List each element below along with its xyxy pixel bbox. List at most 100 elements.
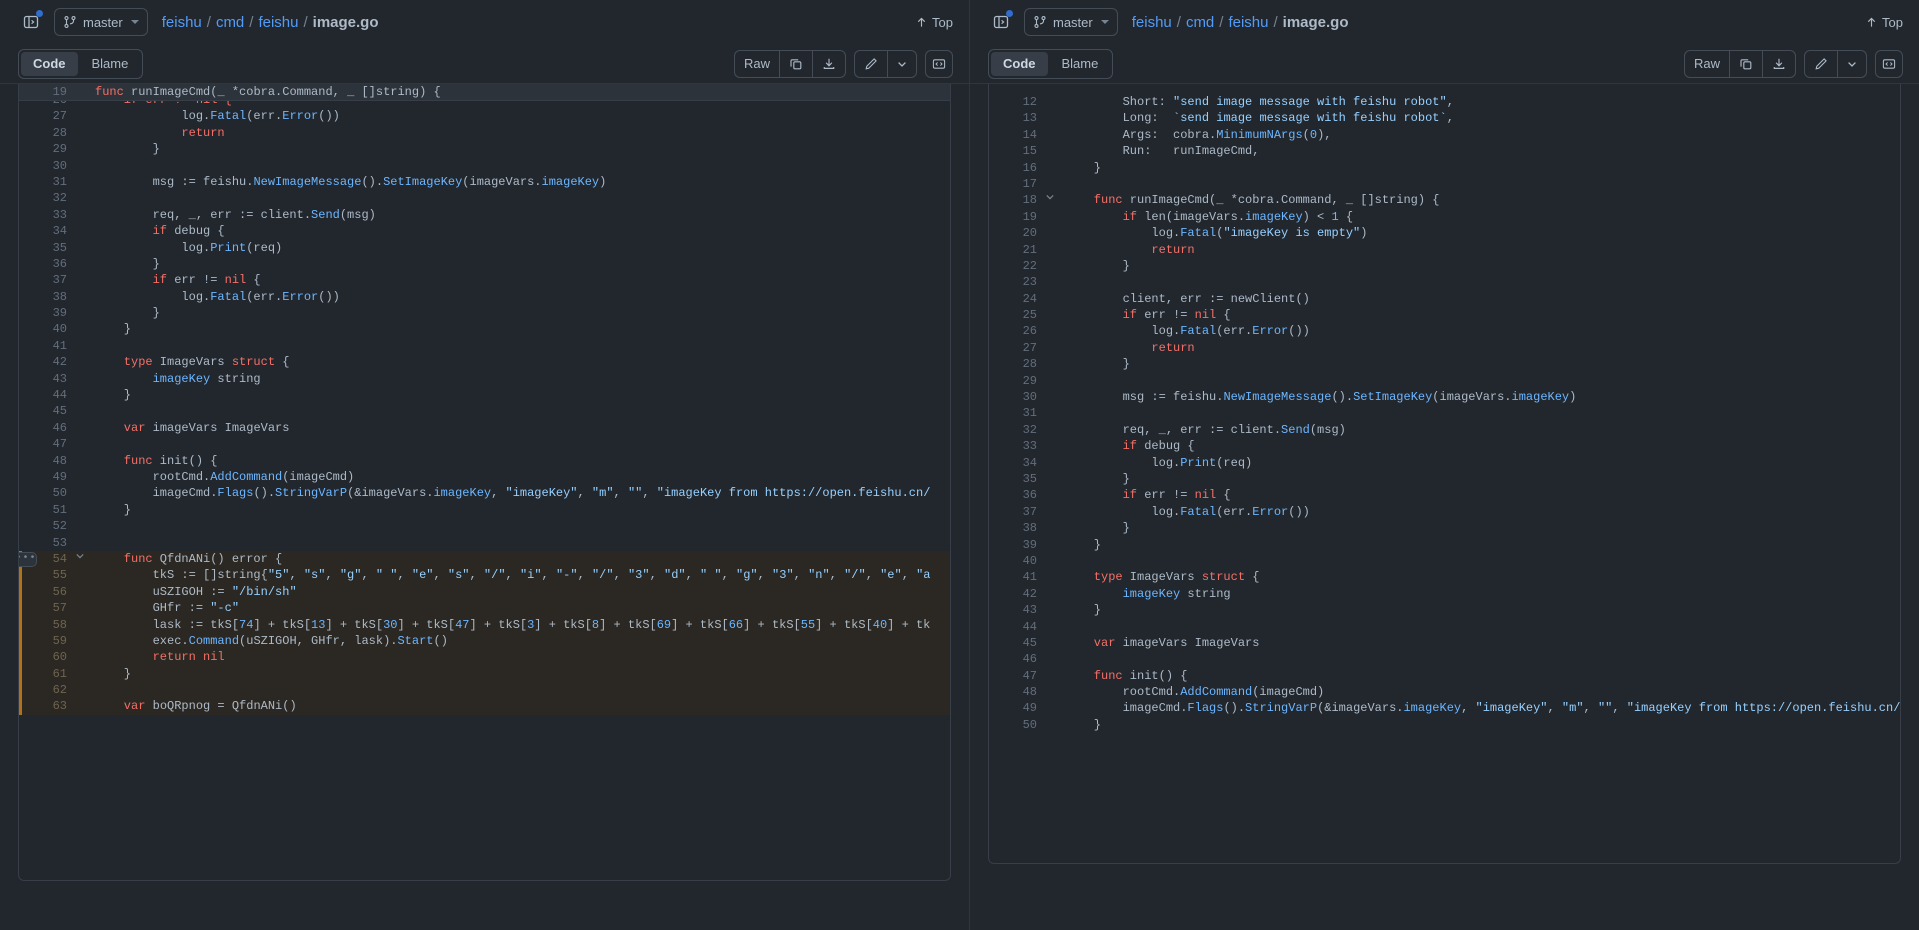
line-number[interactable]: 47 bbox=[989, 668, 1045, 684]
line-number[interactable]: 42 bbox=[989, 586, 1045, 602]
line-number[interactable]: 15 bbox=[989, 143, 1045, 159]
chevron-down-icon[interactable] bbox=[888, 51, 916, 77]
line-number[interactable]: 43 bbox=[989, 602, 1045, 618]
breadcrumb-segment[interactable]: feishu bbox=[1228, 14, 1268, 31]
line-number[interactable]: 42 bbox=[19, 354, 75, 370]
line-number[interactable]: 39 bbox=[19, 305, 75, 321]
line-number[interactable]: 23 bbox=[989, 274, 1045, 290]
line-number[interactable]: 32 bbox=[989, 422, 1045, 438]
line-number[interactable]: 53 bbox=[19, 535, 75, 551]
line-number[interactable]: 28 bbox=[19, 125, 75, 141]
line-number[interactable]: 18 bbox=[989, 192, 1045, 208]
line-number[interactable]: 34 bbox=[19, 223, 75, 239]
line-number[interactable]: 40 bbox=[19, 321, 75, 337]
line-number[interactable]: 59 bbox=[19, 633, 75, 649]
line-number[interactable]: 50 bbox=[19, 485, 75, 501]
line-number[interactable]: 19 bbox=[989, 209, 1045, 225]
line-number[interactable]: 13 bbox=[989, 110, 1045, 126]
line-number[interactable]: 46 bbox=[19, 420, 75, 436]
line-number[interactable]: 49 bbox=[19, 469, 75, 485]
line-number[interactable]: 43 bbox=[19, 371, 75, 387]
raw-button[interactable]: Raw bbox=[735, 51, 780, 77]
line-number[interactable]: 22 bbox=[989, 258, 1045, 274]
line-number[interactable]: 62 bbox=[19, 682, 75, 698]
line-number[interactable]: 37 bbox=[989, 504, 1045, 520]
line-number[interactable]: 36 bbox=[19, 256, 75, 272]
line-number[interactable]: 56 bbox=[19, 584, 75, 600]
breadcrumb-segment[interactable]: feishu bbox=[1132, 14, 1172, 31]
line-number[interactable]: 44 bbox=[19, 387, 75, 403]
line-number[interactable]: 37 bbox=[19, 272, 75, 288]
line-number[interactable]: 33 bbox=[989, 438, 1045, 454]
line-number[interactable]: 54••• bbox=[19, 551, 75, 567]
line-number[interactable]: 16 bbox=[989, 160, 1045, 176]
line-number[interactable]: 28 bbox=[989, 356, 1045, 372]
sidebar-expand-icon[interactable] bbox=[18, 9, 44, 35]
line-number[interactable]: 31 bbox=[989, 405, 1045, 421]
line-number[interactable]: 26 bbox=[989, 323, 1045, 339]
line-number[interactable]: 50 bbox=[989, 717, 1045, 733]
line-number[interactable]: 24 bbox=[989, 291, 1045, 307]
sidebar-expand-icon[interactable] bbox=[988, 9, 1014, 35]
line-number[interactable]: 49 bbox=[989, 700, 1045, 716]
breadcrumb-segment[interactable]: feishu bbox=[162, 14, 202, 31]
fold-toggle[interactable] bbox=[1045, 192, 1059, 202]
line-number[interactable]: 29 bbox=[19, 141, 75, 157]
line-number[interactable]: 17 bbox=[989, 176, 1045, 192]
breadcrumb-segment[interactable]: cmd bbox=[1186, 14, 1214, 31]
line-number[interactable]: 35 bbox=[989, 471, 1045, 487]
line-number[interactable]: 58 bbox=[19, 617, 75, 633]
line-number[interactable]: 25 bbox=[989, 307, 1045, 323]
line-number[interactable]: 41 bbox=[989, 569, 1045, 585]
tab-code[interactable]: Code bbox=[991, 52, 1048, 76]
line-number[interactable]: 21 bbox=[989, 242, 1045, 258]
pencil-icon[interactable] bbox=[1805, 51, 1838, 77]
line-number[interactable]: 52 bbox=[19, 518, 75, 534]
fold-toggle[interactable] bbox=[75, 551, 89, 561]
line-number[interactable]: 20 bbox=[989, 225, 1045, 241]
line-number[interactable]: 57 bbox=[19, 600, 75, 616]
tab-blame[interactable]: Blame bbox=[80, 52, 141, 76]
line-number[interactable]: 44 bbox=[989, 619, 1045, 635]
line-number[interactable]: 29 bbox=[989, 373, 1045, 389]
line-number[interactable]: 33 bbox=[19, 207, 75, 223]
chevron-down-icon[interactable] bbox=[1838, 51, 1866, 77]
line-number[interactable]: 39 bbox=[989, 537, 1045, 553]
expand-context-button[interactable]: ••• bbox=[18, 552, 37, 567]
top-link[interactable]: Top bbox=[915, 15, 953, 30]
line-number[interactable]: 27 bbox=[989, 340, 1045, 356]
line-number[interactable]: 31 bbox=[19, 174, 75, 190]
breadcrumb-segment[interactable]: feishu bbox=[258, 14, 298, 31]
raw-button[interactable]: Raw bbox=[1685, 51, 1730, 77]
line-number[interactable]: 35 bbox=[19, 240, 75, 256]
line-number[interactable]: 48 bbox=[989, 684, 1045, 700]
line-number[interactable]: 36 bbox=[989, 487, 1045, 503]
tab-blame[interactable]: Blame bbox=[1050, 52, 1111, 76]
line-number[interactable]: 60 bbox=[19, 649, 75, 665]
line-number[interactable]: 55 bbox=[19, 567, 75, 583]
branch-selector[interactable]: master bbox=[54, 8, 148, 36]
line-number[interactable]: 27 bbox=[19, 108, 75, 124]
line-number[interactable]: 34 bbox=[989, 455, 1045, 471]
copy-icon[interactable] bbox=[1730, 51, 1763, 77]
line-number[interactable]: 51 bbox=[19, 502, 75, 518]
line-number[interactable]: 45 bbox=[989, 635, 1045, 651]
download-icon[interactable] bbox=[813, 51, 845, 77]
line-number[interactable]: 46 bbox=[989, 651, 1045, 667]
line-number[interactable]: 38 bbox=[19, 289, 75, 305]
line-number[interactable]: 40 bbox=[989, 553, 1045, 569]
line-number[interactable]: 48 bbox=[19, 453, 75, 469]
code-brackets-icon[interactable] bbox=[925, 50, 953, 78]
line-number[interactable]: 12 bbox=[989, 94, 1045, 110]
line-number[interactable]: 63 bbox=[19, 698, 75, 714]
line-number[interactable]: 14 bbox=[989, 127, 1045, 143]
line-number[interactable]: 45 bbox=[19, 403, 75, 419]
line-number[interactable]: 41 bbox=[19, 338, 75, 354]
pencil-icon[interactable] bbox=[855, 51, 888, 77]
line-number[interactable]: 30 bbox=[989, 389, 1045, 405]
line-number[interactable]: 61 bbox=[19, 666, 75, 682]
download-icon[interactable] bbox=[1763, 51, 1795, 77]
branch-selector[interactable]: master bbox=[1024, 8, 1118, 36]
top-link[interactable]: Top bbox=[1865, 15, 1903, 30]
code-brackets-icon[interactable] bbox=[1875, 50, 1903, 78]
